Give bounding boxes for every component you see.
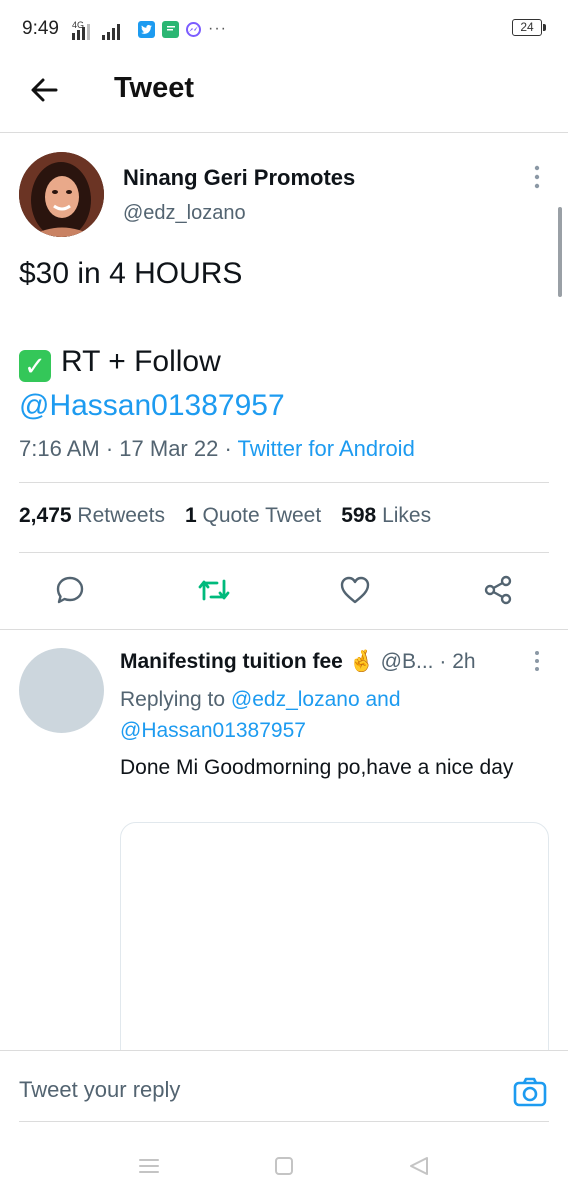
back-nav-button[interactable] (407, 1154, 431, 1178)
reply-time: 2h (452, 650, 476, 673)
like-icon (340, 576, 370, 604)
tweet-line-3: ✓ RT + Follow (19, 340, 539, 384)
messenger-icon (186, 21, 201, 37)
replying-user-link[interactable]: @Hassan01387957 (120, 719, 306, 742)
home-square-icon (275, 1157, 293, 1175)
reply-author-name[interactable]: Manifesting tuition fee (120, 650, 343, 673)
quotes-stat[interactable]: 1 Quote Tweet (185, 504, 321, 528)
replying-user-link[interactable]: @edz_lozano (231, 688, 360, 711)
tweet-text: $30 in 4 HOURS ✓ RT + Follow @Hassan01387… (19, 252, 539, 428)
divider (19, 482, 549, 483)
retweets-count: 2,475 (19, 504, 72, 527)
author-handle[interactable]: @edz_lozano (123, 202, 246, 225)
replying-and[interactable]: and (366, 688, 401, 711)
status-time: 9:49 (22, 18, 59, 39)
tweet-stats: 2,475 Retweets 1 Quote Tweet 598 Likes (19, 504, 431, 528)
reply-button[interactable] (50, 570, 90, 610)
app-header: Tweet (0, 58, 568, 133)
tweet-line-2 (19, 296, 539, 340)
scrollbar[interactable] (558, 207, 562, 297)
network-type: 4G (72, 20, 85, 30)
battery-level: 24 (520, 20, 534, 34)
crossed-fingers-emoji: 🤞 (348, 650, 375, 673)
signal-icon-2 (102, 22, 120, 40)
replying-prefix: Replying to (120, 688, 226, 711)
back-button[interactable] (26, 72, 66, 108)
tweet-line-3-text: RT + Follow (61, 345, 221, 378)
page-title: Tweet (114, 72, 195, 104)
notification-icons: ··· (138, 20, 227, 38)
camera-button[interactable] (512, 1075, 548, 1109)
author-avatar[interactable] (19, 152, 104, 237)
divider (0, 629, 568, 630)
home-button[interactable] (272, 1154, 296, 1178)
reply-more-button[interactable] (528, 650, 546, 672)
reply-media[interactable] (120, 822, 549, 1082)
tweet-source-link[interactable]: Twitter for Android (238, 436, 415, 461)
likes-count: 598 (341, 504, 377, 527)
reply-composer: Tweet your reply (0, 1050, 568, 1122)
more-notifications: ··· (208, 20, 227, 37)
quotes-count: 1 (184, 504, 197, 527)
signal-icon: 4G (72, 20, 90, 40)
retweets-stat[interactable]: 2,475 Retweets (19, 504, 165, 528)
retweet-icon (198, 579, 230, 601)
menu-button[interactable] (137, 1154, 161, 1178)
tweet-date: 17 Mar 22 (119, 436, 219, 461)
divider (19, 1121, 549, 1122)
reply-author-handle[interactable]: @B... (381, 650, 434, 673)
replying-to: Replying to @edz_lozano and @Hassan01387… (120, 684, 540, 746)
more-vertical-icon (534, 165, 540, 189)
messaging-app-icon (162, 20, 179, 38)
author-name[interactable]: Ninang Geri Promotes (123, 165, 355, 191)
tweet-meta: 7:16 AM · 17 Mar 22 · Twitter for Androi… (19, 436, 415, 461)
battery-icon: 24 (512, 19, 546, 36)
avatar-photo (19, 152, 104, 237)
tweet-actions (0, 570, 568, 616)
reply-input[interactable]: Tweet your reply (19, 1077, 180, 1103)
more-vertical-icon (535, 651, 539, 671)
twitter-icon (138, 20, 155, 38)
check-mark-icon: ✓ (19, 350, 51, 382)
status-bar: 9:49 4G ··· 24 (0, 0, 568, 58)
arrow-left-icon (31, 78, 58, 102)
tweet-mention-link[interactable]: @Hassan01387957 (19, 384, 539, 428)
share-button[interactable] (478, 570, 518, 610)
reply-header: Manifesting tuition fee 🤞 @B... · 2h (120, 650, 476, 673)
signal-indicators: 4G (72, 16, 120, 40)
reply-avatar[interactable] (19, 648, 104, 733)
reply-text: Done Mi Goodmorning po,have a nice day (120, 756, 514, 779)
likes-stat[interactable]: 598 Likes (341, 504, 431, 528)
system-nav-bar (0, 1130, 568, 1200)
camera-icon (513, 1077, 547, 1107)
divider (19, 552, 549, 553)
menu-icon (139, 1159, 159, 1173)
quotes-label: Quote Tweet (202, 504, 322, 527)
tweet-more-button[interactable] (527, 164, 547, 190)
share-icon (484, 575, 512, 605)
likes-label: Likes (382, 504, 432, 527)
reply-icon (56, 576, 84, 604)
retweets-label: Retweets (77, 504, 165, 527)
tweet-line-1: $30 in 4 HOURS (19, 257, 243, 290)
like-button[interactable] (335, 570, 375, 610)
retweet-button[interactable] (194, 570, 234, 610)
tweet-time: 7:16 AM (19, 436, 100, 461)
back-triangle-icon (410, 1157, 428, 1175)
